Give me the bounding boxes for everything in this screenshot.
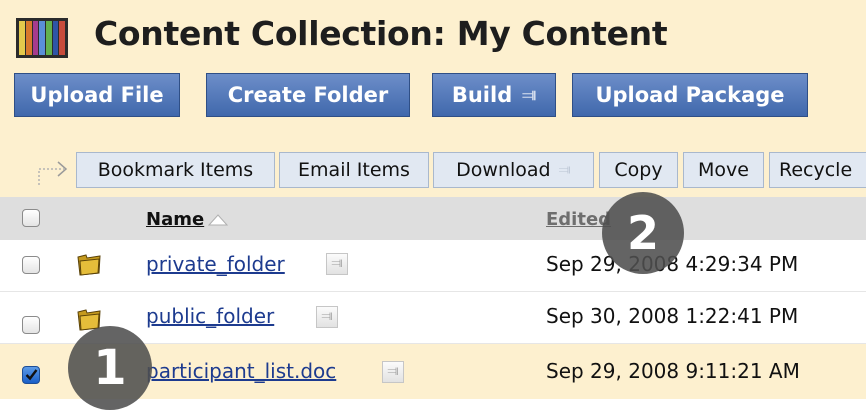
chevron-down-icon: ⫥	[387, 364, 399, 379]
table-header: Name Edited	[0, 197, 866, 241]
chevron-down-icon: ⫥	[331, 256, 343, 271]
create-folder-label: Create Folder	[227, 83, 389, 107]
row-checkbox[interactable]	[22, 316, 40, 334]
item-link[interactable]: public_folder	[146, 304, 274, 328]
email-items-label: Email Items	[298, 159, 410, 181]
sort-ascending-icon	[208, 213, 229, 225]
callout-badge: 1	[68, 326, 152, 410]
edited-column-header[interactable]: Edited	[546, 209, 611, 230]
name-column-header[interactable]: Name	[146, 209, 229, 230]
folder-icon	[77, 254, 101, 276]
download-button[interactable]: Download ⫥	[433, 152, 594, 188]
books-icon	[16, 18, 68, 58]
page-title: Content Collection: My Content	[94, 14, 668, 53]
action-bar: Bookmark Items Email Items Download ⫥ Co…	[0, 145, 866, 197]
download-label: Download	[456, 159, 551, 181]
chevron-down-icon: ⫥	[522, 85, 537, 104]
chevron-down-icon: ⫥	[321, 309, 333, 324]
item-date: Sep 30, 2008 1:22:41 PM	[546, 304, 799, 328]
checkmark-icon	[25, 369, 38, 381]
name-column-label: Name	[146, 209, 205, 230]
upload-file-button[interactable]: Upload File	[14, 73, 180, 117]
callout-badge: 2	[602, 192, 684, 274]
bookmark-items-button[interactable]: Bookmark Items	[76, 152, 275, 188]
item-menu-button[interactable]: ⫥	[382, 361, 404, 383]
row-checkbox-checked[interactable]	[22, 366, 40, 384]
upload-package-button[interactable]: Upload Package	[572, 73, 808, 117]
upload-package-label: Upload Package	[595, 83, 785, 107]
move-button[interactable]: Move	[683, 152, 764, 188]
build-label: Build	[451, 83, 513, 107]
build-button[interactable]: Build ⫥	[432, 73, 556, 117]
item-menu-button[interactable]: ⫥	[326, 253, 348, 275]
row-checkbox[interactable]	[22, 256, 40, 274]
recycle-label: Recycle	[779, 159, 853, 181]
move-label: Move	[698, 159, 749, 181]
table-row: private_folder ⫥ Sep 29, 2008 4:29:34 PM	[0, 240, 866, 292]
select-all-checkbox[interactable]	[22, 209, 40, 227]
email-items-button[interactable]: Email Items	[279, 152, 429, 188]
item-date: Sep 29, 2008 9:11:21 AM	[546, 359, 800, 383]
copy-button[interactable]: Copy	[599, 152, 678, 188]
item-link[interactable]: private_folder	[146, 252, 285, 276]
upload-file-label: Upload File	[30, 83, 164, 107]
item-menu-button[interactable]: ⫥	[316, 306, 338, 328]
selection-arrow-icon	[38, 161, 68, 185]
chevron-down-icon: ⫥	[558, 162, 571, 178]
recycle-button[interactable]: Recycle	[769, 152, 866, 188]
copy-label: Copy	[614, 159, 663, 181]
item-link[interactable]: participant_list.doc	[146, 359, 336, 383]
bookmark-items-label: Bookmark Items	[97, 159, 254, 181]
create-folder-button[interactable]: Create Folder	[206, 73, 410, 117]
